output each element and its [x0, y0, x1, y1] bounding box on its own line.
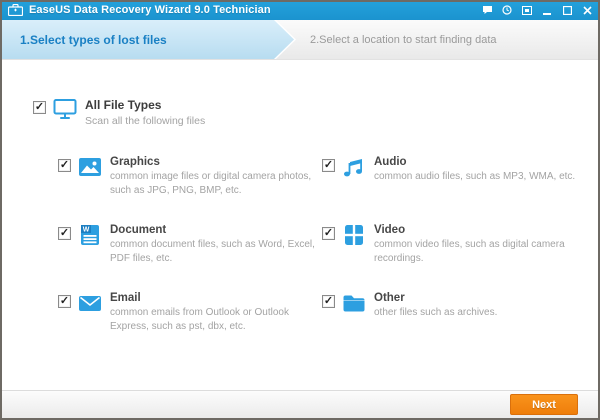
document-title: Document: [110, 224, 167, 237]
footer-bar: Next: [2, 390, 598, 418]
graphics-title: Graphics: [110, 156, 160, 169]
all-file-types-title: All File Types: [85, 98, 162, 112]
minimize-icon[interactable]: [540, 3, 554, 17]
file-type-selection: ✓ All File Types Scan all the following …: [2, 60, 598, 390]
file-type-audio: ✓ Audio common audio files, such as MP3,…: [322, 156, 598, 224]
svg-text:W: W: [83, 227, 90, 234]
video-checkbox[interactable]: ✓: [322, 227, 335, 241]
step-2-label: 2.Select a location to start finding dat…: [310, 33, 497, 46]
audio-title: Audio: [374, 156, 407, 169]
app-window: EaseUS Data Recovery Wizard 9.0 Technici…: [0, 0, 600, 420]
close-icon[interactable]: [580, 3, 594, 17]
document-desc: common document files, such as Word, Exc…: [110, 239, 315, 264]
titlebar-controls: [480, 3, 594, 17]
music-note-icon: [344, 159, 362, 177]
word-document-icon: W: [81, 225, 99, 246]
file-type-document: ✓ W Document common document files, such…: [58, 224, 322, 292]
document-checkbox[interactable]: ✓: [58, 227, 71, 241]
monitor-icon: [53, 99, 77, 119]
film-icon: [345, 225, 363, 246]
wizard-steps: 2.Select a location to start finding dat…: [2, 20, 598, 60]
maximize-icon[interactable]: [560, 3, 574, 17]
all-file-types-desc: Scan all the following files: [85, 115, 206, 127]
file-type-email: ✓ Email common emails from Outlook or Ou…: [58, 292, 322, 360]
step-1-tab: 1.Select types of lost files: [2, 20, 294, 59]
all-file-types-checkbox[interactable]: ✓: [33, 101, 46, 114]
folder-icon: [343, 295, 365, 312]
email-title: Email: [110, 292, 141, 305]
next-button[interactable]: Next: [510, 394, 578, 415]
history-clock-icon[interactable]: [500, 3, 514, 17]
image-icon: [79, 158, 101, 177]
audio-checkbox[interactable]: ✓: [322, 159, 335, 173]
all-file-types-item: ✓ All File Types Scan all the following …: [33, 98, 598, 128]
titlebar: EaseUS Data Recovery Wizard 9.0 Technici…: [2, 2, 598, 20]
chat-icon[interactable]: [480, 3, 494, 17]
graphics-checkbox[interactable]: ✓: [58, 159, 71, 173]
file-type-graphics: ✓ Graphics common image files or digital…: [58, 156, 322, 224]
other-desc: other files such as archives.: [374, 307, 498, 319]
audio-desc: common audio files, such as MP3, WMA, et…: [374, 171, 576, 183]
other-checkbox[interactable]: ✓: [322, 295, 335, 309]
file-type-other: ✓ Other other files such as archives.: [322, 292, 598, 360]
step-1-label: 1.Select types of lost files: [2, 20, 294, 59]
popup-window-icon[interactable]: [520, 3, 534, 17]
video-title: Video: [374, 224, 406, 237]
email-desc: common emails from Outlook or Outlook Ex…: [110, 307, 289, 332]
envelope-icon: [79, 296, 101, 312]
other-title: Other: [374, 292, 405, 305]
file-types-grid: ✓ Graphics common image files or digital…: [2, 156, 598, 360]
video-desc: common video files, such as digital came…: [374, 239, 565, 264]
toolbox-app-icon: [8, 4, 23, 16]
file-type-video: ✓ Video common video files, such as digi…: [322, 224, 598, 292]
email-checkbox[interactable]: ✓: [58, 295, 71, 309]
app-title: EaseUS Data Recovery Wizard 9.0 Technici…: [29, 4, 271, 16]
graphics-desc: common image files or digital camera pho…: [110, 171, 312, 196]
